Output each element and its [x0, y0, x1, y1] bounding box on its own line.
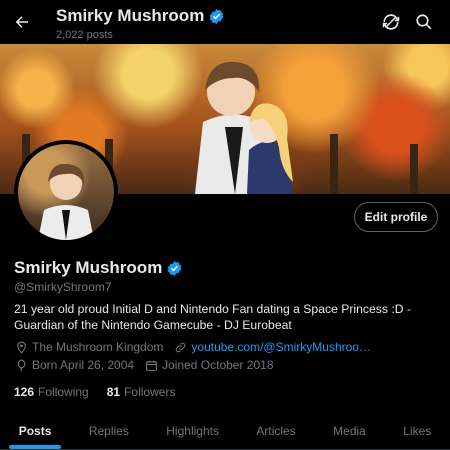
avatar[interactable] [14, 140, 118, 244]
back-button[interactable] [10, 10, 34, 34]
search-icon [416, 14, 432, 30]
post-count: 2,022 posts [56, 29, 113, 41]
location-pin-icon [14, 340, 28, 354]
profile-meta-row: The Mushroom Kingdom youtube.com/@Smirky… [14, 340, 381, 354]
birthday-text: Born April 26, 2004 [32, 358, 135, 372]
arrow-left-icon [15, 16, 28, 28]
verified-badge-icon [210, 8, 224, 24]
tab-label: Posts [18, 423, 52, 438]
location-item: The Mushroom Kingdom [14, 340, 163, 354]
followers-label: Followers [124, 385, 176, 399]
calendar-icon [144, 358, 158, 372]
tab-label: Articles [256, 423, 296, 438]
birthday-item: Born April 26, 2004 [14, 358, 134, 372]
tab-likes[interactable]: Likes [385, 412, 450, 449]
profile-tabs: Posts Replies Highlights Articles Media … [0, 412, 450, 450]
top-bar: Smirky Mushroom 2,022 posts [0, 0, 450, 44]
display-name-text: Smirky Mushroom [14, 258, 163, 277]
profile-bio: 21 year old proud Initial D and Nintendo… [14, 302, 411, 332]
website-item[interactable]: youtube.com/@SmirkyMushroo… [173, 340, 371, 354]
tab-posts[interactable]: Posts [0, 412, 70, 449]
link-icon [173, 340, 187, 354]
avatar-illustration [38, 163, 94, 240]
header-name: Smirky Mushroom [56, 6, 205, 25]
header-title: Smirky Mushroom 2,022 posts [56, 6, 225, 41]
tab-media[interactable]: Media [314, 412, 384, 449]
refresh-icon [382, 14, 400, 30]
following-link[interactable]: 126 Following [14, 385, 89, 399]
edit-profile-button[interactable]: Edit profile [354, 202, 438, 232]
followers-link[interactable]: 81 Followers [107, 385, 176, 399]
profile-meta-row-2: Born April 26, 2004 Joined October 2018 [14, 358, 284, 372]
tab-label: Replies [88, 423, 129, 438]
banner-couple-illustration [195, 61, 293, 194]
profile-display-name: Smirky Mushroom [14, 258, 183, 278]
banner-tree-trunk [330, 134, 338, 194]
refresh-button[interactable] [381, 12, 401, 32]
followers-count: 81 [106, 385, 121, 399]
tab-label: Likes [403, 423, 432, 438]
joined-item: Joined October 2018 [144, 358, 274, 372]
website-link[interactable]: youtube.com/@SmirkyMushroo… [191, 340, 371, 354]
active-tab-indicator [9, 445, 62, 449]
joined-text: Joined October 2018 [162, 358, 274, 372]
balloon-icon [14, 358, 28, 372]
tab-replies[interactable]: Replies [70, 412, 147, 449]
profile-handle: @SmirkyShroom7 [14, 280, 112, 294]
location-text: The Mushroom Kingdom [32, 340, 164, 354]
following-label: Following [38, 385, 89, 399]
following-count: 126 [14, 385, 35, 399]
tab-articles[interactable]: Articles [238, 412, 315, 449]
verified-badge-icon[interactable] [166, 260, 183, 277]
tab-label: Highlights [166, 423, 219, 438]
follow-stats: 126 Following 81 Followers [14, 385, 193, 399]
banner-tree-trunk [410, 144, 418, 194]
tab-highlights[interactable]: Highlights [148, 412, 238, 449]
search-button[interactable] [414, 12, 434, 32]
tab-label: Media [333, 423, 366, 438]
